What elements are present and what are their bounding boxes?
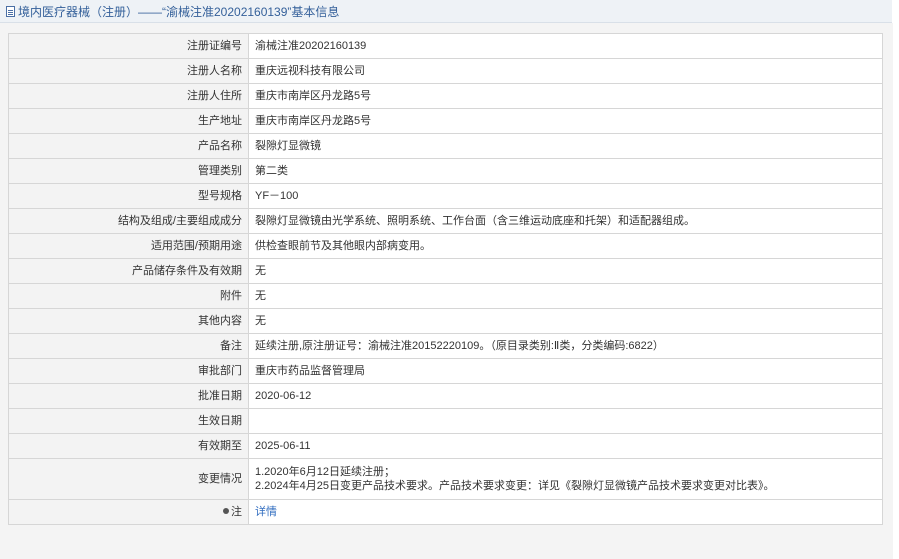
row-value-registrant-name: 重庆远视科技有限公司 (248, 58, 883, 84)
table-row: 其他内容 无 (8, 308, 883, 334)
table-row: 审批部门 重庆市药品监督管理局 (8, 358, 883, 384)
row-value-other: 无 (248, 308, 883, 334)
row-value-change: 1.2020年6月12日延续注册； 2.2024年4月25日变更产品技术要求。产… (248, 458, 883, 500)
row-label-note: 注 (8, 499, 249, 525)
row-value-note: 详情 (248, 499, 883, 525)
row-label-product-name: 产品名称 (8, 133, 249, 159)
row-label-registrant-address: 注册人住所 (8, 83, 249, 109)
row-value-structure: 裂隙灯显微镜由光学系统、照明系统、工作台面（含三维运动底座和托架）和适配器组成。 (248, 208, 883, 234)
page-header: 境内医疗器械（注册）——“渝械注准20202160139”基本信息 (0, 0, 892, 23)
table-row: 生效日期 (8, 408, 883, 434)
row-value-registrant-address: 重庆市南岸区丹龙路5号 (248, 83, 883, 109)
row-label-intended-use: 适用范围/预期用途 (8, 233, 249, 259)
table-row: 产品名称 裂隙灯显微镜 (8, 133, 883, 159)
content-area: 注册证编号 渝械注准20202160139 注册人名称 重庆远视科技有限公司 注… (0, 23, 893, 559)
table-row: 结构及组成/主要组成成分 裂隙灯显微镜由光学系统、照明系统、工作台面（含三维运动… (8, 208, 883, 234)
row-value-effective-date (248, 408, 883, 434)
row-value-storage: 无 (248, 258, 883, 284)
table-row: 型号规格 YF－100 (8, 183, 883, 209)
row-value-attachment: 无 (248, 283, 883, 309)
row-label-approval-date: 批准日期 (8, 383, 249, 409)
row-label-valid-until: 有效期至 (8, 433, 249, 459)
row-value-production-address: 重庆市南岸区丹龙路5号 (248, 108, 883, 134)
table-row: 附件 无 (8, 283, 883, 309)
table-row-change: 变更情况 1.2020年6月12日延续注册； 2.2024年4月25日变更产品技… (8, 458, 883, 500)
pin-icon (223, 508, 229, 515)
row-label-structure: 结构及组成/主要组成成分 (8, 208, 249, 234)
table-row: 适用范围/预期用途 供检查眼前节及其他眼内部病变用。 (8, 233, 883, 259)
row-value-intended-use: 供检查眼前节及其他眼内部病变用。 (248, 233, 883, 259)
row-label-change: 变更情况 (8, 458, 249, 500)
row-value-registration-no: 渝械注准20202160139 (248, 33, 883, 59)
row-label-effective-date: 生效日期 (8, 408, 249, 434)
row-value-product-name: 裂隙灯显微镜 (248, 133, 883, 159)
document-icon (6, 5, 15, 17)
row-value-management-category: 第二类 (248, 158, 883, 184)
row-label-approval-dept: 审批部门 (8, 358, 249, 384)
row-label-registrant-name: 注册人名称 (8, 58, 249, 84)
change-line-1: 1.2020年6月12日延续注册； (255, 466, 395, 478)
table-row: 注册证编号 渝械注准20202160139 (8, 33, 883, 59)
row-label-remarks: 备注 (8, 333, 249, 359)
info-table: 注册证编号 渝械注准20202160139 注册人名称 重庆远视科技有限公司 注… (8, 33, 883, 525)
row-label-management-category: 管理类别 (8, 158, 249, 184)
table-row: 产品储存条件及有效期 无 (8, 258, 883, 284)
row-label-storage: 产品储存条件及有效期 (8, 258, 249, 284)
table-row: 备注 延续注册,原注册证号：渝械注准20152220109。（原目录类别:Ⅱ类，… (8, 333, 883, 359)
row-label-attachment: 附件 (8, 283, 249, 309)
row-label-registration-no: 注册证编号 (8, 33, 249, 59)
page-title: 境内医疗器械（注册）——“渝械注准20202160139”基本信息 (18, 4, 340, 19)
table-row: 管理类别 第二类 (8, 158, 883, 184)
row-value-valid-until: 2025-06-11 (248, 433, 883, 459)
change-line-2: 2.2024年4月25日变更产品技术要求。产品技术要求变更：详见《裂隙灯显微镜产… (255, 480, 775, 492)
table-row: 注册人名称 重庆远视科技有限公司 (8, 58, 883, 84)
row-value-approval-date: 2020-06-12 (248, 383, 883, 409)
table-row: 生产地址 重庆市南岸区丹龙路5号 (8, 108, 883, 134)
row-label-model-spec: 型号规格 (8, 183, 249, 209)
table-row: 批准日期 2020-06-12 (8, 383, 883, 409)
row-value-model-spec: YF－100 (248, 183, 883, 209)
table-row-note: 注 详情 (8, 499, 883, 525)
row-label-production-address: 生产地址 (8, 108, 249, 134)
row-label-other: 其他内容 (8, 308, 249, 334)
row-value-remarks: 延续注册,原注册证号：渝械注准20152220109。（原目录类别:Ⅱ类，分类编… (248, 333, 883, 359)
note-label: 注 (231, 506, 242, 518)
row-value-approval-dept: 重庆市药品监督管理局 (248, 358, 883, 384)
table-row: 注册人住所 重庆市南岸区丹龙路5号 (8, 83, 883, 109)
table-row: 有效期至 2025-06-11 (8, 433, 883, 459)
detail-link[interactable]: 详情 (255, 506, 277, 518)
